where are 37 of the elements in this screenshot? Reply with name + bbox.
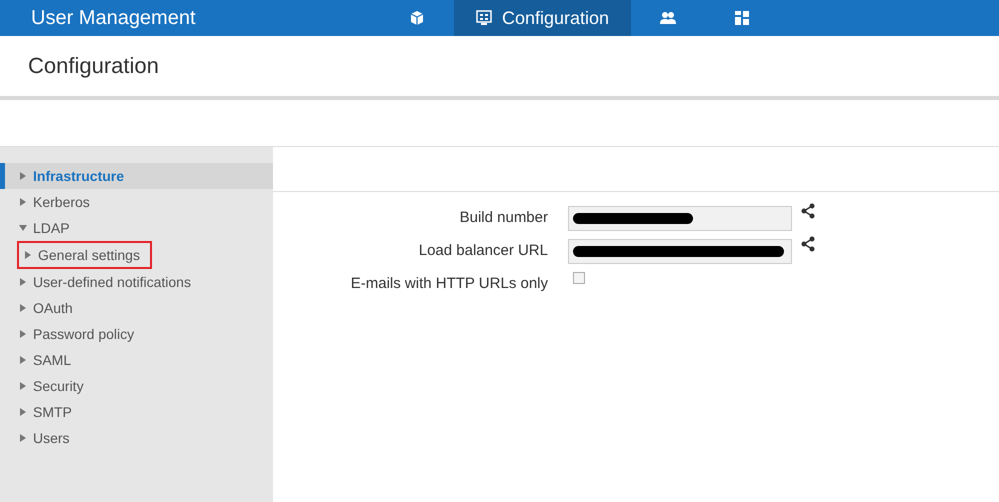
caret-right-icon — [24, 251, 32, 259]
tree-item[interactable]: General settings — [19, 243, 150, 267]
caret-down-icon — [19, 224, 27, 232]
caret-right-icon — [19, 330, 27, 338]
caret-right-icon — [19, 382, 27, 390]
input-field[interactable] — [568, 206, 792, 231]
share-icon[interactable] — [800, 203, 816, 219]
tree-item[interactable]: Users — [0, 425, 273, 451]
tree-item[interactable]: SAML — [0, 347, 273, 373]
tree-item[interactable]: User-defined notifications — [0, 269, 273, 295]
caret-right-icon — [19, 172, 27, 180]
users-icon — [660, 10, 676, 26]
caret-right-icon — [19, 278, 27, 286]
monitor-grid-icon — [476, 10, 492, 26]
tree-item[interactable]: Infrastructure — [0, 163, 273, 189]
share-icon[interactable] — [800, 236, 816, 252]
caret-right-icon — [19, 304, 27, 312]
box-icon — [409, 10, 425, 26]
nav-tab[interactable]: Configuration — [454, 0, 632, 36]
tree-item[interactable]: Kerberos — [0, 189, 273, 215]
input-field[interactable] — [568, 239, 792, 264]
tree-item[interactable]: Security — [0, 373, 273, 399]
tree-item[interactable]: OAuth — [0, 295, 273, 321]
checkbox[interactable] — [573, 272, 585, 284]
dashboard-icon — [734, 10, 750, 26]
field-label: Load balancer URL — [418, 241, 548, 262]
app-title: User Management — [30, 6, 197, 31]
field-label: Build number — [458, 208, 548, 228]
caret-right-icon — [19, 356, 27, 364]
field-label: E-mails with HTTP URLs only — [350, 274, 548, 294]
caret-right-icon — [19, 198, 27, 206]
tree-item[interactable]: LDAP — [0, 215, 273, 241]
page-title: Configuration — [28, 52, 159, 80]
caret-right-icon — [19, 434, 27, 442]
tree-item[interactable]: Password policy — [0, 321, 273, 347]
tree-item[interactable]: SMTP — [0, 399, 273, 425]
caret-right-icon — [19, 408, 27, 416]
